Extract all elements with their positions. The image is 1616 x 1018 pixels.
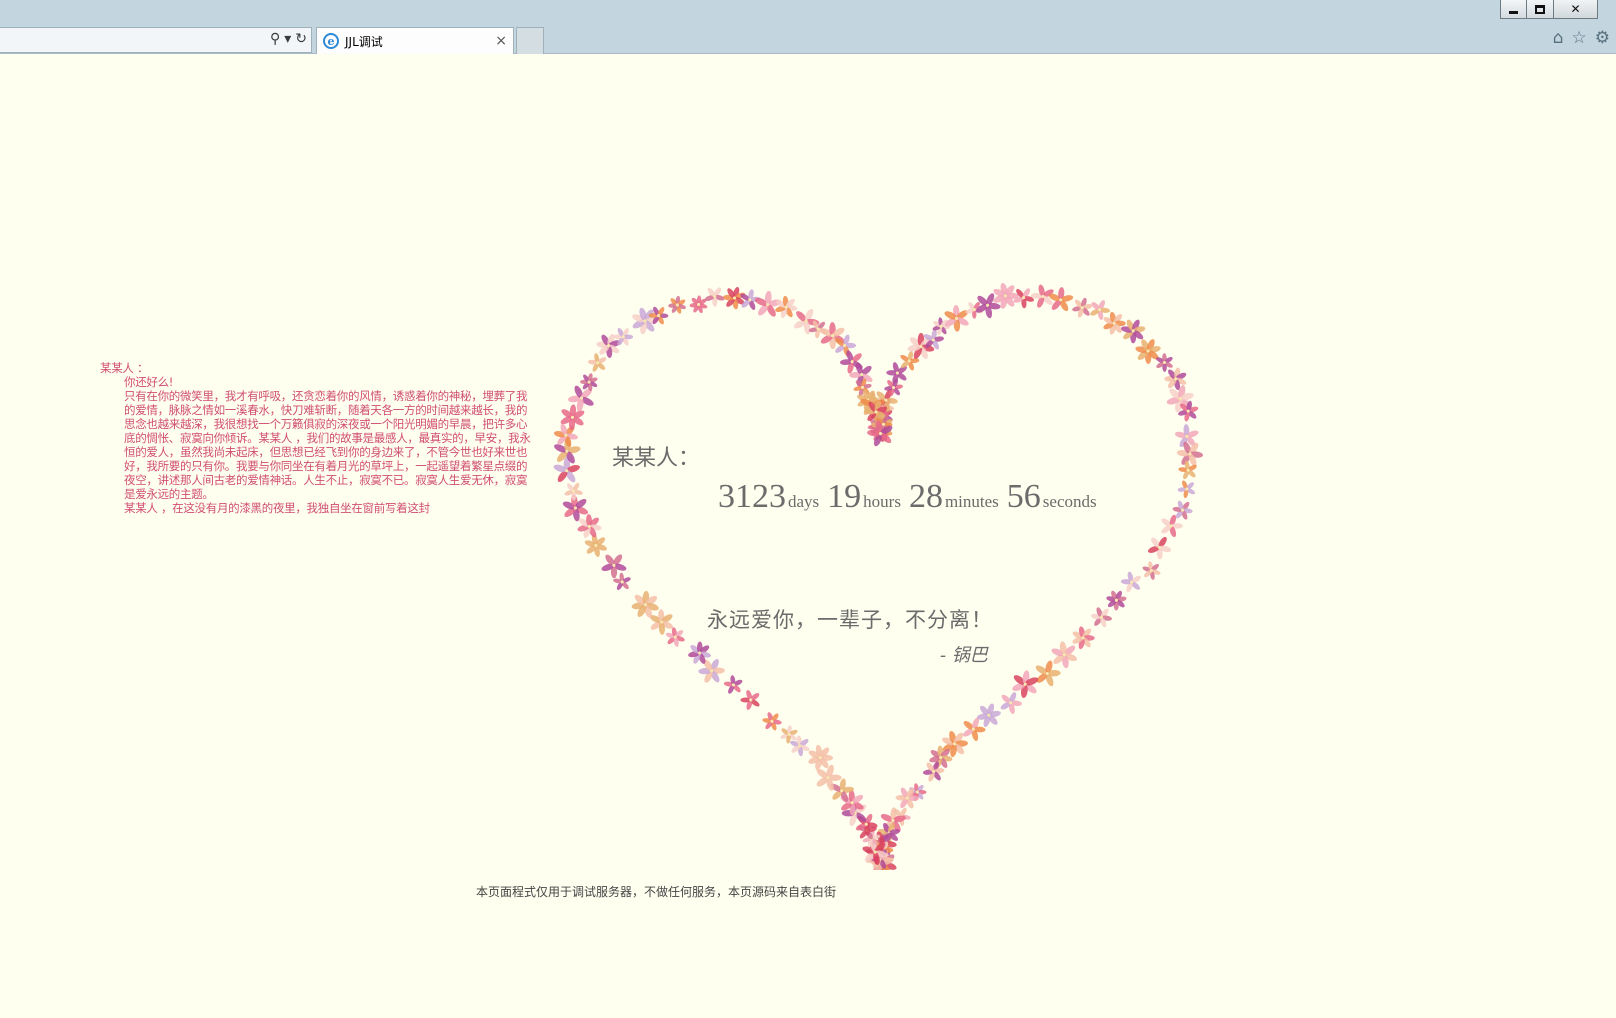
flower-icon (1177, 480, 1196, 499)
favorites-icon[interactable]: ☆ (1572, 28, 1587, 48)
new-tab-button[interactable] (516, 27, 544, 54)
search-icon[interactable]: ⚲ (270, 31, 280, 47)
tab-close-icon[interactable]: × (495, 33, 507, 49)
flower-icon (762, 712, 782, 731)
flower-icon (1120, 571, 1142, 593)
flower-icon (1090, 607, 1112, 628)
browser-chrome: ✕ ⚲ ▾ ↻ e JJL调试 × ⌂ ☆ ⚙ (0, 0, 1616, 54)
address-bar[interactable]: ⚲ ▾ ↻ (0, 27, 312, 53)
love-message: 永远爱你，一辈子，不分离！ (707, 608, 993, 632)
flower-icon (1103, 311, 1126, 335)
days-label: days (788, 492, 820, 511)
letter-closing: 某某人 ，在这没有月的漆黑的夜里，我独自坐在窗前写着这封 (124, 501, 430, 515)
ie-favicon-icon: e (323, 33, 339, 49)
flower-icon (976, 703, 1001, 728)
window-controls: ✕ (1500, 0, 1598, 19)
flower-icon (632, 307, 659, 335)
restore-button[interactable] (1527, 0, 1554, 19)
restore-icon (1535, 4, 1545, 14)
search-dropdown-icon[interactable]: ▾ (284, 31, 291, 47)
flower-heart (553, 282, 1203, 870)
toolbar-icons: ⌂ ☆ ⚙ (1553, 28, 1610, 48)
home-icon[interactable]: ⌂ (1553, 28, 1564, 48)
flower-icon (1142, 561, 1161, 580)
close-icon: ✕ (1570, 2, 1581, 16)
tab-title: JJL调试 (345, 34, 383, 49)
hours-value: 19 (827, 478, 862, 515)
browser-tab[interactable]: e JJL调试 × (316, 27, 514, 54)
hours-label: hours (863, 492, 901, 511)
minutes-label: minutes (944, 492, 999, 511)
flower-icon (1072, 297, 1093, 318)
letter-body: 只有在你的微笑里，我才有呼吸，还贪恋着你的风情，诱惑着你的神秘，埋葬了我的爱情，… (124, 389, 531, 501)
seconds-label: seconds (1042, 492, 1097, 511)
flower-icon (689, 295, 708, 314)
flower-icon (564, 482, 583, 501)
minimize-icon (1509, 10, 1518, 14)
flower-icon (723, 675, 743, 694)
minutes-value: 28 (908, 478, 943, 515)
minimize-button[interactable] (1500, 0, 1527, 19)
address-bar-icons: ⚲ ▾ ↻ (270, 31, 307, 47)
seconds-value: 56 (1006, 478, 1041, 515)
flower-icon (740, 690, 760, 710)
flower-icon (1000, 692, 1022, 714)
flower-icon (775, 295, 798, 318)
gear-icon[interactable]: ⚙ (1595, 28, 1610, 48)
footer-note: 本页面程式仅用于调试服务器，不做任何服务，本页源码来自表白街 (476, 885, 837, 899)
close-button[interactable]: ✕ (1554, 0, 1598, 19)
days-value: 3123 (718, 478, 786, 515)
love-letter: 某某人 ： 你还好么! 只有在你的微笑里，我才有呼吸，还贪恋着你的风情，诱惑着你… (100, 361, 536, 515)
elapsed-time-clock: 3123 days 19 hours 28 minutes 56 seconds (718, 478, 1105, 516)
letter-salutation: 某某人 ： (100, 361, 149, 375)
signature: - 锅巴 (940, 645, 988, 666)
flower-icon (1147, 536, 1172, 560)
refresh-icon[interactable]: ↻ (295, 31, 307, 47)
flower-icon (668, 295, 686, 314)
letter-greeting: 你还好么! (124, 375, 174, 389)
recipient-name: 某某人： (612, 446, 701, 471)
flower-icon (553, 456, 580, 483)
